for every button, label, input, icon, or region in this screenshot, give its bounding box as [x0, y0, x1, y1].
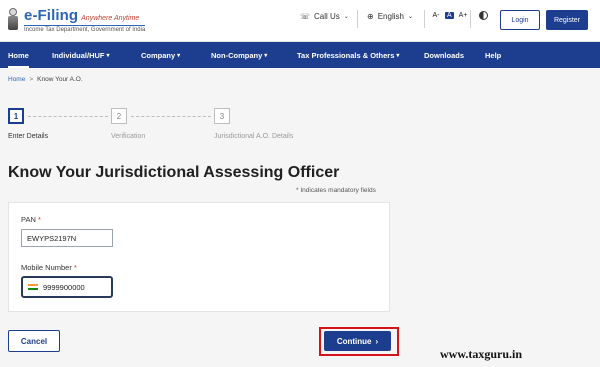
- login-button[interactable]: Login: [500, 10, 540, 30]
- caret-down-icon: ▾: [177, 52, 181, 59]
- breadcrumb-separator: >: [29, 76, 34, 83]
- continue-button[interactable]: Continue ›: [324, 331, 391, 351]
- nav-individual-huf-label: Individual/HUF: [52, 50, 105, 60]
- nav-non-company-label: Non-Company: [211, 50, 263, 60]
- globe-icon: ⊕: [367, 12, 374, 21]
- step-3-label: Jurisdictional A.O. Details: [214, 133, 294, 140]
- step-2-label: Verification: [111, 133, 146, 140]
- nav-tax-professionals-label: Tax Professionals & Others: [297, 50, 395, 60]
- contrast-icon[interactable]: [479, 11, 488, 20]
- mobile-value: 9999900000: [43, 282, 85, 292]
- nav-help-label: Help: [485, 50, 502, 60]
- font-size-controls: A- A A+: [432, 12, 467, 19]
- font-increase-button[interactable]: A+: [459, 12, 468, 19]
- register-button[interactable]: Register: [546, 10, 588, 30]
- nav-downloads[interactable]: Downloads: [424, 42, 464, 68]
- required-mark: *: [37, 215, 41, 224]
- form-card: PAN * EWYPS2197N Mobile Number * 9999900…: [8, 202, 390, 312]
- step-2-indicator: 2: [111, 108, 127, 124]
- nav-tax-professionals[interactable]: Tax Professionals & Others ▾: [297, 42, 399, 68]
- pan-label: PAN *: [21, 215, 41, 224]
- divider: [470, 10, 471, 28]
- watermark: www.taxguru.in: [440, 347, 523, 361]
- main-nav: Home Individual/HUF ▾ Company ▾ Non-Compan…: [0, 42, 600, 68]
- step-1-indicator: 1: [8, 108, 24, 124]
- chevron-right-icon: ›: [375, 336, 379, 346]
- nav-home-label: Home: [8, 50, 29, 60]
- divider: [357, 10, 358, 28]
- continue-label: Continue: [336, 336, 372, 346]
- pan-value: EWYPS2197N: [27, 233, 77, 243]
- nav-home[interactable]: Home: [8, 42, 29, 68]
- phone-icon: ☏: [300, 12, 311, 21]
- pan-label-text: PAN: [21, 215, 36, 224]
- nav-downloads-label: Downloads: [424, 50, 465, 60]
- chevron-down-icon: ⌄: [407, 14, 413, 20]
- logo-title: e-Filing: [24, 7, 79, 24]
- nav-company-label: Company: [141, 50, 176, 60]
- mobile-label-text: Mobile Number: [21, 263, 72, 272]
- mobile-label: Mobile Number *: [21, 263, 77, 272]
- logo-tagline: Anywhere Anytime: [81, 15, 140, 22]
- top-header: e-Filing Anywhere Anytime Income Tax Dep…: [0, 0, 600, 42]
- mandatory-note: * Indicates mandatory fields: [296, 187, 376, 194]
- logo-department: Income Tax Department, Government of Ind…: [24, 25, 146, 33]
- efiling-logo[interactable]: e-Filing Anywhere Anytime Income Tax Dep…: [6, 4, 156, 36]
- caret-down-icon: ▾: [106, 52, 110, 59]
- caret-down-icon: ▾: [264, 52, 268, 59]
- emblem-icon: [6, 8, 20, 32]
- call-us-dropdown[interactable]: ☏ Call Us ⌄: [300, 12, 349, 21]
- step-connector: [131, 116, 211, 117]
- nav-non-company[interactable]: Non-Company ▾: [211, 42, 267, 68]
- breadcrumb-current: Know Your A.O.: [37, 76, 83, 83]
- mobile-number-input[interactable]: 9999900000: [21, 276, 113, 298]
- step-connector: [28, 116, 108, 117]
- chevron-down-icon: ⌄: [343, 14, 349, 20]
- nav-company[interactable]: Company ▾: [141, 42, 180, 68]
- language-label: English: [377, 12, 404, 21]
- caret-down-icon: ▾: [396, 52, 400, 59]
- language-dropdown[interactable]: ⊕ English ⌄: [367, 12, 413, 21]
- call-us-label: Call Us: [314, 12, 340, 21]
- nav-help[interactable]: Help: [485, 42, 501, 68]
- pan-input[interactable]: EWYPS2197N: [21, 229, 113, 247]
- font-decrease-button[interactable]: A-: [432, 12, 440, 19]
- nav-individual-huf[interactable]: Individual/HUF ▾: [52, 42, 110, 68]
- divider: [424, 10, 425, 28]
- breadcrumb-home[interactable]: Home: [8, 76, 25, 83]
- breadcrumb: Home > Know Your A.O.: [8, 76, 83, 83]
- india-flag-icon: [28, 283, 38, 291]
- page-title: Know Your Jurisdictional Assessing Offic…: [8, 164, 340, 181]
- cancel-button[interactable]: Cancel: [8, 330, 60, 352]
- step-1-label: Enter Details: [8, 133, 49, 140]
- required-mark: *: [73, 263, 77, 272]
- font-normal-button[interactable]: A: [445, 12, 454, 19]
- step-3-indicator: 3: [214, 108, 230, 124]
